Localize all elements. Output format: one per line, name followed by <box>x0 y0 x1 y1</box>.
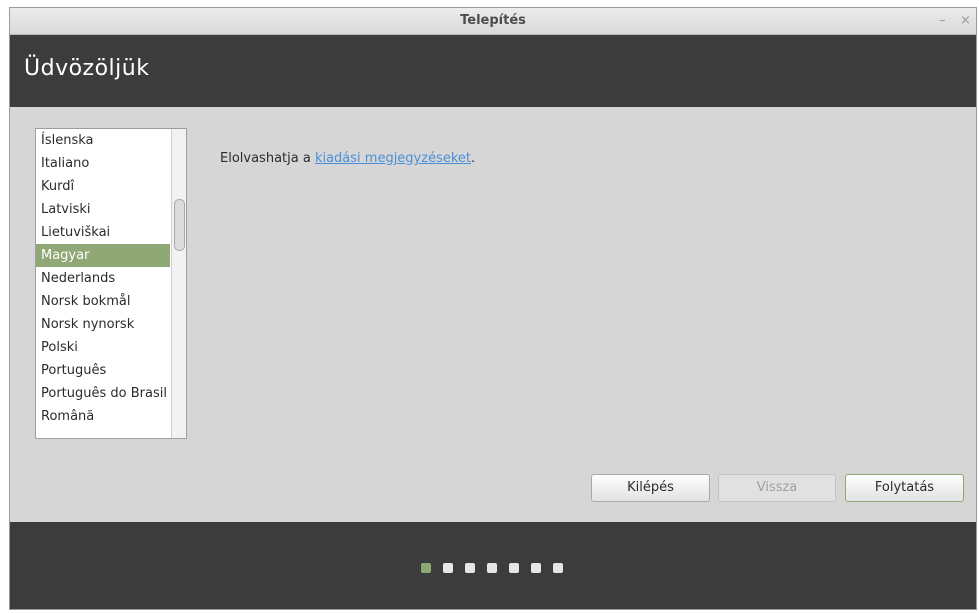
language-item[interactable]: Lietuviškai <box>36 221 170 244</box>
language-item-selected[interactable]: Magyar <box>36 244 170 267</box>
minimize-icon[interactable]: – <box>939 13 946 28</box>
progress-indicator <box>421 563 563 573</box>
language-item[interactable]: Norsk nynorsk <box>36 313 170 336</box>
release-notes-suffix: . <box>471 151 476 166</box>
release-notes-text: Elolvashatja a kiadási megjegyzéseket. <box>220 151 475 166</box>
back-button[interactable]: Vissza <box>718 474 836 502</box>
language-item[interactable]: Polski <box>36 336 170 359</box>
title-bar[interactable]: Telepítés – × <box>10 8 976 35</box>
language-item[interactable]: Kurdî <box>36 175 170 198</box>
language-list-scrollbar[interactable] <box>171 129 186 438</box>
progress-dot <box>509 563 519 573</box>
language-item[interactable]: Italiano <box>36 152 170 175</box>
language-list-items: Íslenska Italiano Kurdî Latviski Lietuvi… <box>36 129 170 428</box>
progress-dot-current <box>421 563 431 573</box>
footer-bar <box>10 522 976 609</box>
language-item[interactable]: Nederlands <box>36 267 170 290</box>
page-header: Üdvözöljük <box>10 35 976 107</box>
scrollbar-thumb[interactable] <box>174 199 185 251</box>
language-item[interactable]: Português do Brasil <box>36 382 170 405</box>
progress-dot <box>465 563 475 573</box>
continue-button[interactable]: Folytatás <box>845 474 964 502</box>
progress-dot <box>553 563 563 573</box>
release-notes-link[interactable]: kiadási megjegyzéseket <box>315 151 471 166</box>
language-item[interactable]: Română <box>36 405 170 428</box>
progress-dot <box>487 563 497 573</box>
quit-button[interactable]: Kilépés <box>591 474 710 502</box>
progress-dot <box>443 563 453 573</box>
language-item[interactable]: Norsk bokmål <box>36 290 170 313</box>
language-item[interactable]: Latviski <box>36 198 170 221</box>
language-item[interactable]: Português <box>36 359 170 382</box>
installer-window: Telepítés – × Üdvözöljük Íslenska Italia… <box>9 7 977 610</box>
release-notes-prefix: Elolvashatja a <box>220 151 315 166</box>
progress-dot <box>531 563 541 573</box>
close-icon[interactable]: × <box>960 13 971 28</box>
language-list[interactable]: Íslenska Italiano Kurdî Latviski Lietuvi… <box>35 128 187 439</box>
page-title: Üdvözöljük <box>24 56 150 81</box>
window-title: Telepítés <box>460 13 526 28</box>
language-item[interactable]: Íslenska <box>36 129 170 152</box>
